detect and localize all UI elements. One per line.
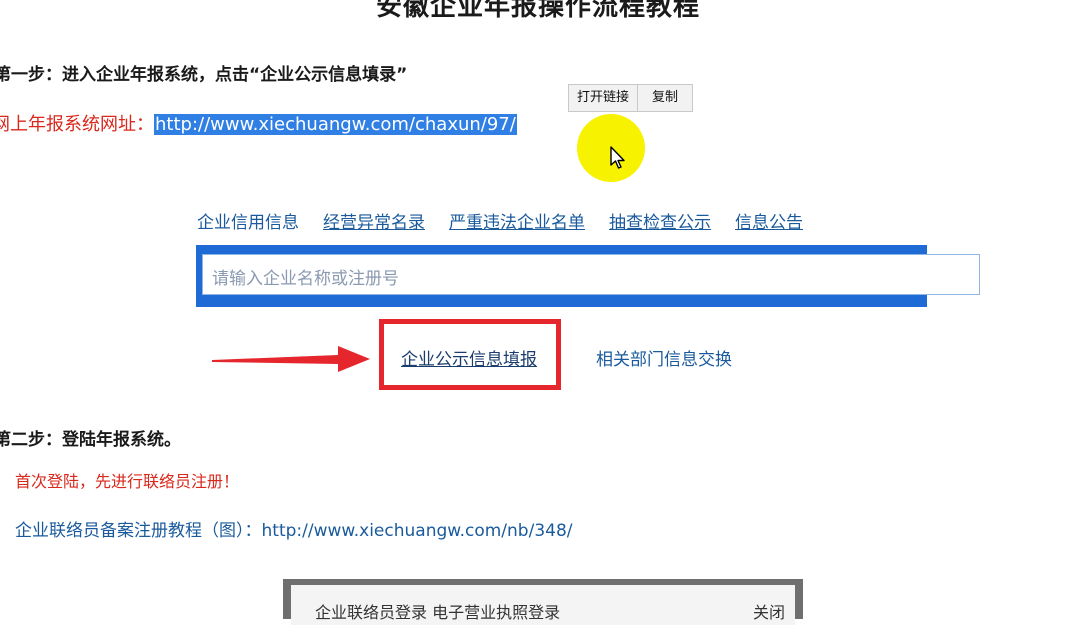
nav-serious-violation-list[interactable]: 严重违法企业名单: [449, 208, 585, 233]
mouse-pointer-icon: [610, 146, 626, 174]
link-context-menu: 打开链接 复制: [568, 84, 694, 112]
public-info-report-link[interactable]: 企业公示信息填报: [401, 345, 537, 370]
login-screenshot-panel: 企业联络员登录 电子营业执照登录 关闭: [291, 585, 795, 625]
nav-announcements[interactable]: 信息公告: [735, 208, 803, 233]
login-tabs-text: 企业联络员登录 电子营业执照登录: [315, 603, 561, 622]
login-screenshot-image: 企业联络员登录 电子营业执照登录 关闭: [283, 579, 803, 625]
url-row: 网上年报系统网址：http://www.xiechuangw.com/chaxu…: [0, 110, 517, 136]
nav-abnormal-list[interactable]: 经营异常名录: [323, 208, 425, 233]
first-login-note: 首次登陆，先进行联络员注册！: [15, 472, 240, 491]
search-input[interactable]: 请输入企业名称或注册号: [202, 254, 980, 295]
search-button-label: 搜索: [1026, 262, 1080, 297]
search-bar: 请输入企业名称或注册号 搜索: [196, 245, 1080, 307]
selected-url-link[interactable]: http://www.xiechuangw.com/chaxun/97/: [154, 114, 517, 135]
copy-button[interactable]: 复制: [637, 85, 692, 111]
nav-inspection-notice[interactable]: 抽查检查公示: [609, 208, 711, 233]
search-placeholder: 请输入企业名称或注册号: [212, 269, 399, 289]
search-button[interactable]: 搜索: [986, 245, 1080, 307]
step-one-heading: 第一步：进入企业年报系统，点击“企业公示信息填录”: [0, 65, 408, 85]
red-arrow-icon: [212, 342, 372, 380]
nav-credit-info[interactable]: 企业信用信息: [197, 208, 299, 233]
dept-info-exchange-link[interactable]: 相关部门信息交换: [596, 345, 732, 370]
top-nav: 企业信用信息 经营异常名录 严重违法企业名单 抽查检查公示 信息公告: [197, 208, 803, 233]
step-two-heading: 第二步：登陆年报系统。: [0, 430, 181, 450]
page-title: 安徽企业年报操作流程教程: [376, 0, 701, 22]
url-label: 网上年报系统网址：: [0, 114, 154, 135]
login-close-text: 关闭: [752, 603, 785, 622]
open-link-button[interactable]: 打开链接: [569, 85, 637, 111]
registration-tutorial-link[interactable]: 企业联络员备案注册教程（图）：http://www.xiechuangw.com…: [15, 516, 573, 541]
search-icon: [986, 258, 1018, 294]
